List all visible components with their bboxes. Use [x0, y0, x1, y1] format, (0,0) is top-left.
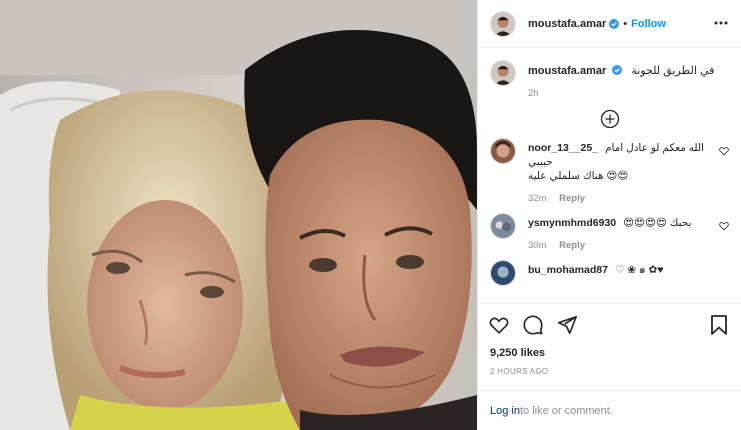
- commenter-avatar[interactable]: [490, 260, 516, 286]
- comment-like-heart-icon[interactable]: [719, 146, 729, 156]
- heart-icon[interactable]: [488, 314, 510, 336]
- post-sidebar: moustafa.amar • Follow moustafa.amar في …: [477, 0, 741, 430]
- caption-text: في الطريق للجونة: [631, 65, 715, 77]
- avatar-image: [491, 61, 515, 85]
- avatar-image: [491, 139, 515, 163]
- reply-button[interactable]: Reply: [559, 240, 585, 251]
- comments-section[interactable]: moustafa.amar في الطريق للجونة 2h noor_1…: [478, 48, 741, 303]
- load-more-comments[interactable]: [490, 109, 729, 129]
- comment-icon[interactable]: [522, 314, 544, 336]
- comment-meta: 30m Reply: [528, 240, 728, 251]
- caption-username[interactable]: moustafa.amar: [528, 65, 606, 77]
- paper-plane-icon[interactable]: [556, 314, 578, 336]
- comment-username[interactable]: ysmynmhmd6930: [528, 217, 616, 229]
- comment-text-line: ysmynmhmd6930 بحبك 😍😍😍😍: [528, 216, 728, 230]
- verified-badge-icon: [612, 65, 623, 75]
- author-username[interactable]: moustafa.amar: [528, 18, 606, 30]
- reply-button[interactable]: Reply: [559, 193, 585, 204]
- avatar-image: [491, 214, 515, 238]
- selfie-photo-illustration: [0, 0, 477, 430]
- verified-badge-icon: [609, 18, 620, 29]
- action-bar: [478, 303, 741, 345]
- comment-username[interactable]: noor_13__25_: [528, 142, 598, 154]
- follow-button[interactable]: Follow: [631, 18, 666, 30]
- avatar-image: [491, 11, 515, 36]
- login-link[interactable]: Log in: [490, 405, 520, 417]
- comment-item: bu_mohamad87 ♡ ❀ ๑ ✿♥: [490, 260, 729, 286]
- commenter-avatar[interactable]: [490, 138, 516, 164]
- comment-text-line: bu_mohamad87 ♡ ❀ ๑ ✿♥: [528, 263, 728, 277]
- post-photo[interactable]: [0, 0, 477, 430]
- comment-text-line: noor_13__25_ الله معكم لو عادل امام حبيب…: [528, 141, 728, 169]
- login-prompt-text: to like or comment.: [519, 404, 613, 417]
- post-timestamp: 2 HOURS AGO: [490, 367, 549, 376]
- comment-time: 30m: [528, 240, 547, 251]
- comment-item: ysmynmhmd6930 بحبك 😍😍😍😍 30m Reply: [490, 213, 729, 251]
- caption-avatar[interactable]: [490, 60, 516, 86]
- post-caption: moustafa.amar في الطريق للجونة 2h: [490, 60, 729, 99]
- comment-meta: 32m Reply: [528, 193, 728, 204]
- more-horizontal-icon[interactable]: [713, 16, 729, 30]
- comment-text-line-2: 😍😍 هناك سلملي عليه: [528, 169, 728, 183]
- author-avatar[interactable]: [490, 10, 516, 37]
- plus-circle-icon[interactable]: [600, 109, 620, 129]
- comment-time: 32m: [528, 193, 547, 204]
- likes-count[interactable]: 9,250 likes: [478, 347, 741, 359]
- post-header: moustafa.amar • Follow: [478, 0, 741, 48]
- separator-dot: •: [623, 17, 628, 30]
- comment-text: بحبك 😍😍😍😍: [623, 217, 692, 229]
- bookmark-icon[interactable]: [709, 314, 729, 336]
- comment-like-heart-icon[interactable]: [719, 221, 729, 231]
- login-prompt: Log in to like or comment.: [478, 390, 741, 430]
- caption-text-line: moustafa.amar في الطريق للجونة: [528, 60, 714, 78]
- caption-time: 2h: [528, 88, 539, 99]
- commenter-avatar[interactable]: [490, 213, 516, 239]
- comment-username[interactable]: bu_mohamad87: [528, 264, 608, 276]
- comment-text: ♡ ❀ ๑ ✿♥: [614, 264, 664, 276]
- comment-item: noor_13__25_ الله معكم لو عادل امام حبيب…: [490, 138, 729, 204]
- comment-text-continued: 😍😍 هناك سلملي عليه: [528, 170, 629, 182]
- avatar-image: [491, 261, 515, 285]
- instagram-post: moustafa.amar • Follow moustafa.amar في …: [0, 0, 741, 430]
